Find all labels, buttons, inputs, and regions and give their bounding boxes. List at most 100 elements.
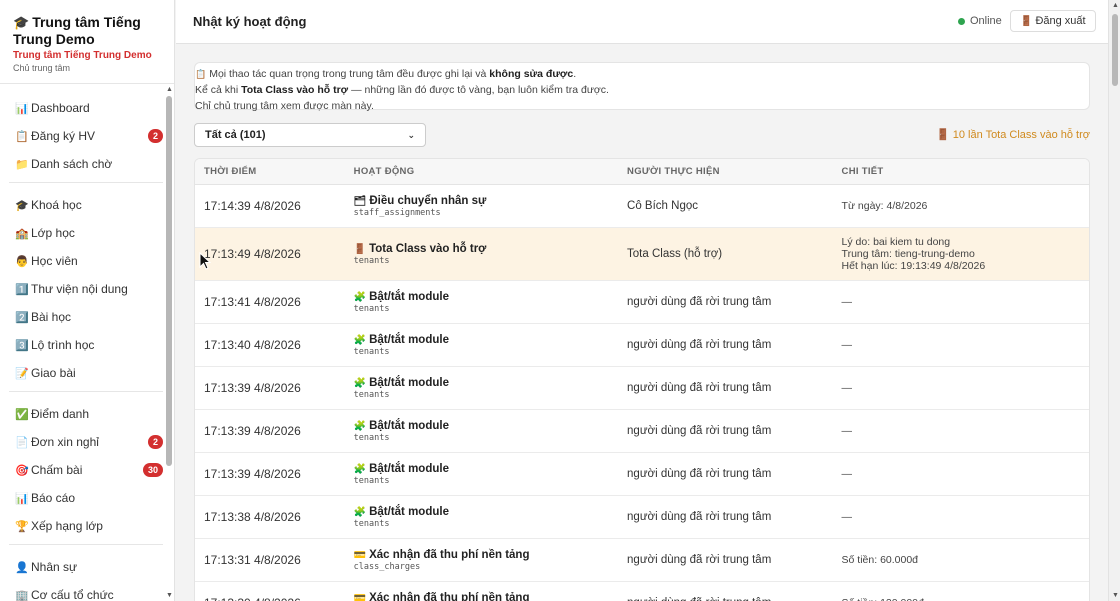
column-header-time: THỜI ĐIỂM [204, 166, 257, 177]
activity-filter-select[interactable]: Tất cả (101) ⌄ [194, 123, 426, 147]
sidebar-item[interactable]: 🎓 Khoá học [9, 191, 163, 219]
scroll-down-arrow-icon[interactable]: ▼ [1112, 592, 1119, 599]
notice-bold: không sửa được [489, 68, 574, 80]
chevron-down-icon: ⌄ [407, 129, 415, 140]
logout-button[interactable]: 🚪 Đăng xuất [1010, 10, 1096, 32]
cell-detail: Từ ngày: 4/8/2026 [842, 200, 1089, 212]
cell-time: 17:13:39 4/8/2026 [204, 381, 301, 395]
cell-activity: 🧩 Bật/tắt module tenants [354, 463, 627, 486]
activity-icon: 🧩 [353, 334, 367, 346]
sidebar-item[interactable]: 📝 Giao bài [9, 359, 163, 387]
detail-line: — [841, 468, 853, 480]
activity-label: Xác nhận đã thu phí nền tảng [369, 548, 530, 561]
activity-title: 💳 Xác nhận đã thu phí nền tảng [354, 592, 627, 601]
scroll-down-arrow-icon[interactable]: ▼ [166, 592, 173, 599]
sidebar-item[interactable]: 🏆 Xếp hạng lớp [9, 512, 163, 540]
sidebar-scrollbar[interactable]: ▲ ▼ [164, 86, 174, 601]
cell-actor: người dùng đã rời trung tâm [627, 468, 772, 480]
activity-label: Bật/tắt module [369, 462, 449, 475]
activity-title: 🗂 Điều chuyển nhân sự [354, 195, 627, 207]
activity-label: Tota Class vào hỗ trợ [369, 242, 487, 255]
cell-actor: người dùng đã rời trung tâm [627, 425, 772, 437]
detail-line: Hết hạn lúc: 19:13:49 4/8/2026 [841, 260, 986, 272]
activity-label: Điều chuyển nhân sự [369, 194, 487, 207]
sidebar-item[interactable]: 📋 Đăng ký HV 2 [9, 122, 163, 150]
cell-activity: 🗂 Điều chuyển nhân sự staff_assignments [354, 195, 627, 218]
scroll-up-arrow-icon[interactable]: ▲ [166, 86, 173, 93]
detail-line: Số tiền: 60.000đ [841, 554, 919, 566]
activity-code: class_charges [353, 561, 421, 572]
detail-line: — [841, 425, 853, 437]
activity-icon: 🧩 [353, 506, 367, 518]
sidebar-item[interactable]: 1️⃣ Thư viện nội dung [9, 275, 163, 303]
activity-code: tenants [353, 518, 390, 529]
sidebar-item[interactable]: 📊 Báo cáo [9, 484, 163, 512]
main-content: 📋 Mọi thao tác quan trọng trong trung tâm… [176, 45, 1108, 601]
tota-support-count-link[interactable]: 🚪 10 lần Tota Class vào hỗ trợ [936, 128, 1090, 141]
sidebar: 🎓 Trung tâm Tiếng Trung Demo Trung tâm Ti… [0, 0, 175, 601]
sidebar-item-icon: 3️⃣ [15, 339, 29, 352]
count-badge: 2 [147, 129, 163, 143]
cell-actor: Tota Class (hỗ trợ) [627, 248, 723, 260]
sidebar-item[interactable]: 🏫 Lớp học [9, 219, 163, 247]
cell-detail: — [842, 296, 1089, 308]
sidebar-item[interactable]: 2️⃣ Bài học [9, 303, 163, 331]
notice-text: Chỉ chủ trung tâm xem được màn này. [195, 100, 374, 112]
count-badge: 2 [147, 435, 163, 449]
activity-title: 🧩 Bật/tắt module [354, 291, 627, 303]
cell-detail: — [842, 425, 1089, 437]
sidebar-item-label: Học viên [31, 254, 78, 268]
user-role: Chủ trung tâm [13, 63, 71, 73]
activity-title: 🧩 Bật/tắt module [354, 334, 627, 346]
activity-code: tenants [353, 303, 390, 314]
cell-detail: — [842, 468, 1089, 480]
cell-actor: người dùng đã rời trung tâm [627, 554, 772, 566]
column-header-actor: NGƯỜI THỰC HIỆN [627, 166, 720, 177]
sidebar-item[interactable]: 📊 Dashboard [9, 94, 163, 122]
table-row: 17:13:30 4/8/2026💳Xác nhận đã thu phí nề… [195, 582, 1089, 601]
activity-label: Bật/tắt module [369, 290, 449, 303]
sidebar-item[interactable]: 👤 Nhân sự [9, 553, 163, 581]
detail-line: — [841, 382, 853, 394]
notice-text: Mọi thao tác quan trọng trong trung tâm … [209, 68, 490, 80]
clipboard-icon: 📋 [195, 69, 207, 79]
sidebar-item[interactable]: 🎯 Chấm bài 30 [9, 456, 163, 484]
activity-code: tenants [353, 389, 390, 400]
cell-activity: 💳Xác nhận đã thu phí nền tảngclass_charg… [354, 592, 627, 601]
scroll-up-arrow-icon[interactable]: ▲ [1112, 2, 1119, 9]
sidebar-item-icon: 📁 [15, 158, 29, 171]
page-scroll-thumb[interactable] [1112, 14, 1118, 86]
sidebar-item[interactable]: 🏢 Cơ cấu tổ chức [9, 581, 163, 601]
sidebar-scroll-thumb[interactable] [166, 96, 172, 466]
sidebar-item-icon: 📋 [15, 130, 29, 143]
sidebar-item[interactable]: 📁 Danh sách chờ [9, 150, 163, 178]
sidebar-item-icon: 🏢 [15, 589, 29, 601]
activity-code: staff_assignments [353, 207, 441, 218]
sidebar-item-label: Thư viện nội dung [31, 282, 128, 296]
column-header-detail: CHI TIẾT [841, 166, 884, 177]
sidebar-item-icon: 📊 [15, 102, 29, 115]
cell-detail: Lý do: bai kiem tu dong Trung tâm: tieng-… [842, 236, 1089, 272]
cell-time: 17:13:38 4/8/2026 [204, 510, 301, 524]
activity-title: 🧩 Bật/tắt module [354, 377, 627, 389]
page-scrollbar[interactable]: ▲ ▼ [1108, 0, 1120, 601]
activity-title: 🧩 Bật/tắt module [354, 420, 627, 432]
sidebar-item[interactable]: 📄 Đơn xin nghỉ 2 [9, 428, 163, 456]
sidebar-item-label: Khoá học [31, 198, 82, 212]
sidebar-group: 📊 Dashboard 📋 Đăng ký HV 2 📁 Danh sách chờ [9, 92, 163, 183]
cell-detail: — [842, 339, 1089, 351]
table-header: THỜI ĐIỂM HOẠT ĐỘNG NGƯỜI THỰC HIỆN CHI … [195, 159, 1089, 185]
cell-actor: người dùng đã rời trung tâm [627, 339, 772, 351]
sidebar-item-label: Danh sách chờ [31, 157, 113, 171]
sidebar-item[interactable]: ✅ Điểm danh [9, 400, 163, 428]
sidebar-item[interactable]: 3️⃣ Lộ trình học [9, 331, 163, 359]
brand-title-line2: Trung Demo [13, 31, 95, 47]
activity-label: Bật/tắt module [369, 419, 449, 432]
cell-activity: 💳Xác nhận đã thu phí nền tảngclass_charg… [354, 549, 627, 572]
sidebar-group: 👤 Nhân sự 🏢 Cơ cấu tổ chức [9, 551, 163, 601]
cell-activity: 🧩 Bật/tắt module tenants [354, 420, 627, 443]
sidebar-item[interactable]: 👨 Học viên [9, 247, 163, 275]
brand: 🎓 Trung tâm Tiếng Trung Demo Trung tâm Ti… [0, 0, 174, 84]
cell-time: 17:13:30 4/8/2026 [195, 596, 354, 601]
detail-line: — [841, 296, 853, 308]
